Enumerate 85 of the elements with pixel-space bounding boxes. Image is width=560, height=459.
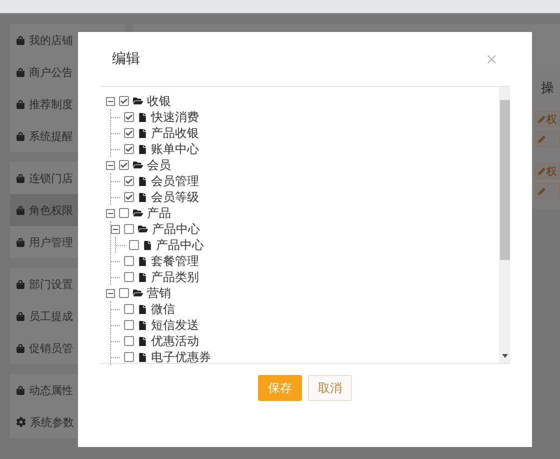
checkbox[interactable] — [119, 208, 129, 218]
tree-label[interactable]: 电子优惠券 — [151, 348, 211, 366]
tree-label[interactable]: 快速消费 — [151, 108, 199, 126]
bag-icon — [16, 238, 25, 246]
checkbox[interactable] — [124, 144, 134, 154]
bag-icon — [16, 132, 25, 140]
bag-icon — [16, 36, 25, 44]
bag-icon — [16, 68, 25, 76]
folder-icon — [133, 96, 143, 106]
tree-label[interactable]: 优惠活动 — [151, 332, 199, 350]
file-icon — [143, 240, 152, 250]
pencil-icon — [538, 116, 545, 122]
tree-label[interactable]: 会员 — [147, 156, 171, 174]
dialog-title: 编辑 — [112, 50, 140, 68]
checkbox[interactable] — [119, 160, 129, 170]
checkbox[interactable] — [124, 272, 134, 282]
bag-icon — [16, 174, 25, 182]
sidebar-item[interactable]: 系统参数 — [10, 406, 125, 438]
tree-label[interactable]: 产品类别 — [151, 268, 199, 286]
column-header: 操 — [541, 80, 554, 97]
bag-icon — [16, 344, 25, 352]
folder-icon — [133, 208, 143, 218]
file-icon — [138, 112, 147, 122]
tree-label[interactable]: 产品收银 — [151, 124, 199, 142]
pencil-icon — [538, 136, 545, 142]
tree-label[interactable]: 产品中心 — [152, 220, 200, 238]
collapse-toggle[interactable] — [111, 224, 120, 234]
file-icon — [138, 304, 147, 314]
checkbox[interactable] — [119, 96, 129, 106]
bag-icon — [16, 100, 25, 108]
tree-label[interactable]: 短信发送 — [151, 316, 199, 334]
sidebar-item[interactable]: 促销员管 — [10, 332, 125, 364]
folder-icon — [133, 160, 143, 170]
scrollbar[interactable] — [499, 87, 510, 363]
bag-icon — [16, 280, 25, 288]
file-icon — [138, 256, 147, 266]
tree-label[interactable]: 微信 — [151, 300, 175, 318]
scroll-down-icon[interactable] — [502, 354, 508, 358]
tree-label[interactable]: 账单中心 — [151, 140, 199, 158]
collapse-toggle[interactable] — [106, 160, 115, 170]
checkbox[interactable] — [124, 112, 134, 122]
checkbox[interactable] — [124, 224, 134, 234]
minus-icon — [108, 162, 113, 168]
checkbox[interactable] — [129, 240, 139, 250]
minus-icon — [113, 226, 118, 232]
tree-label[interactable]: 会员管理 — [151, 172, 199, 190]
minus-icon — [108, 210, 113, 216]
collapse-toggle[interactable] — [106, 208, 115, 218]
file-icon — [138, 272, 147, 282]
pencil-icon — [538, 188, 545, 194]
bag-icon — [16, 312, 25, 320]
file-icon — [138, 320, 147, 330]
collapse-toggle[interactable] — [106, 96, 115, 106]
tree-label[interactable]: 产品中心 — [156, 236, 204, 254]
tree-label[interactable]: 套餐管理 — [151, 252, 199, 270]
minus-icon — [108, 98, 113, 104]
folder-icon — [138, 224, 148, 234]
sidebar-item[interactable]: 连锁门店 — [10, 162, 125, 194]
gear-icon — [16, 417, 26, 427]
pencil-icon — [538, 168, 545, 174]
file-icon — [138, 144, 147, 154]
file-icon — [138, 192, 147, 202]
file-icon — [138, 128, 147, 138]
file-icon — [138, 336, 147, 346]
tree-label[interactable]: 收银 — [147, 92, 171, 110]
checkbox[interactable] — [124, 128, 134, 138]
minus-icon — [108, 290, 113, 296]
tree-label[interactable]: 会员等级 — [151, 188, 199, 206]
tree-label[interactable]: 产品 — [147, 204, 171, 222]
checkbox[interactable] — [124, 192, 134, 202]
checkbox[interactable] — [124, 176, 134, 186]
collapse-toggle[interactable] — [106, 288, 115, 298]
checkbox[interactable] — [124, 352, 134, 362]
folder-icon — [133, 288, 143, 298]
file-icon — [138, 176, 147, 186]
sidebar-item[interactable]: 推荐制度 — [10, 88, 125, 120]
checkbox[interactable] — [124, 304, 134, 314]
tree-label[interactable]: 营销 — [147, 284, 171, 302]
bag-icon — [16, 206, 25, 214]
checkbox[interactable] — [124, 320, 134, 330]
bag-icon — [16, 386, 25, 394]
checkbox[interactable] — [124, 336, 134, 346]
file-icon — [138, 352, 147, 362]
checkbox[interactable] — [124, 256, 134, 266]
checkbox[interactable] — [119, 288, 129, 298]
